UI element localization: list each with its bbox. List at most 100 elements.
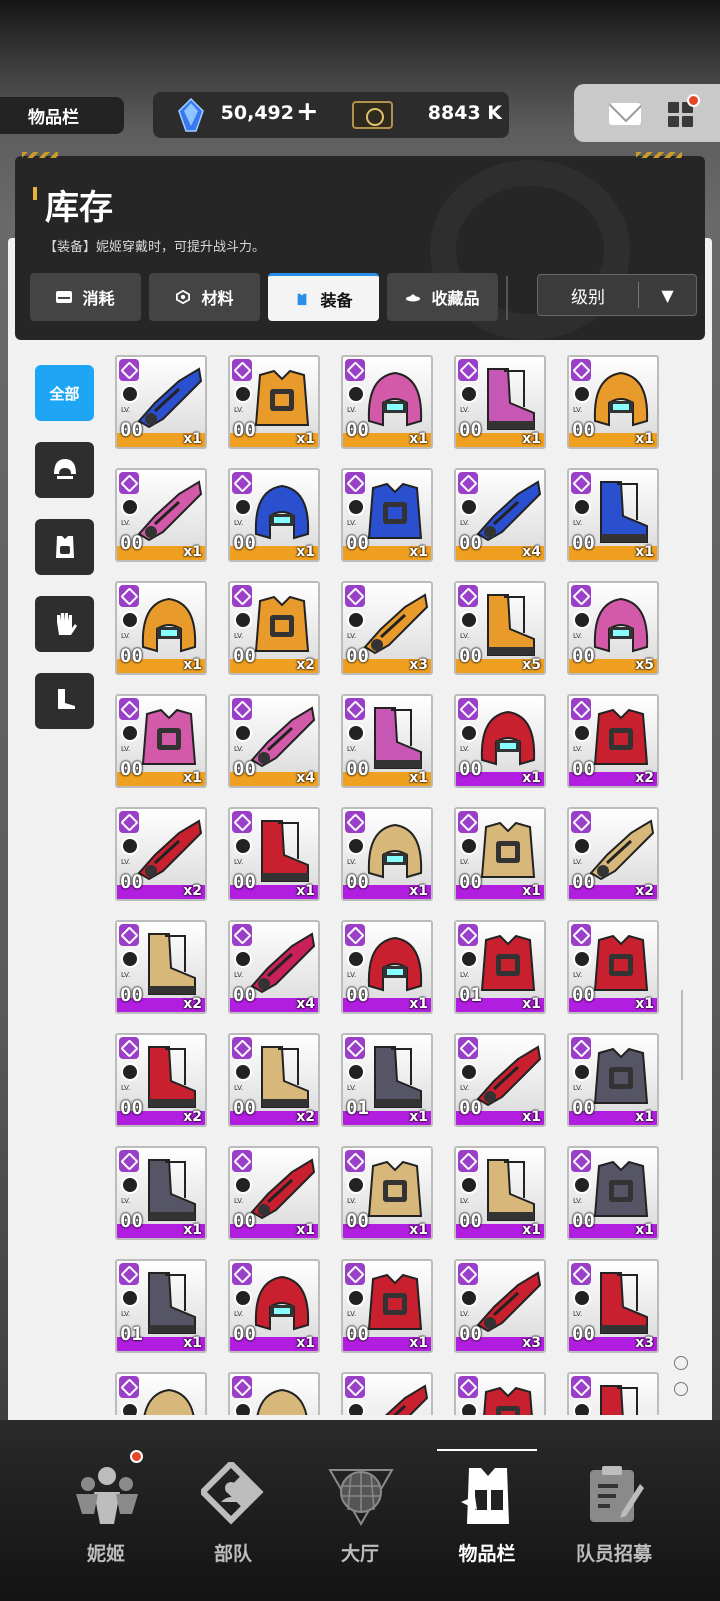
item-level: 00	[459, 1323, 482, 1345]
equipment-item[interactable]: LV. 00 x1	[454, 807, 546, 901]
equipment-item[interactable]: LV. 00 x1	[228, 1259, 320, 1353]
equipment-item[interactable]: LV. 00 x1	[341, 920, 433, 1014]
nav-recruit[interactable]: 队员招募	[554, 1420, 674, 1601]
item-level: 00	[120, 871, 143, 893]
equipment-item[interactable]: LV. 00 x1	[115, 468, 207, 562]
equipment-item[interactable]: LV. 00 x2	[115, 920, 207, 1014]
tab-consumable[interactable]: 消耗	[30, 273, 141, 321]
equipment-item[interactable]: LV. 01 x1	[454, 920, 546, 1014]
item-level: 01	[459, 984, 482, 1006]
item-count: x2	[296, 657, 315, 673]
item-count: x1	[522, 431, 541, 447]
equipment-item[interactable]: LV. 00 x2	[115, 807, 207, 901]
equipment-item[interactable]: LV. 00 x1	[341, 807, 433, 901]
equipment-item[interactable]: LV. 00 x1	[115, 355, 207, 449]
equipment-item[interactable]: LV. 00 x1	[341, 468, 433, 562]
tab-material[interactable]: 材料	[149, 273, 260, 321]
equipment-item[interactable]: LV. 00 x1	[567, 1146, 659, 1240]
tab-collection[interactable]: 收藏品	[387, 273, 498, 321]
equipment-item[interactable]: LV. 00 x1	[454, 694, 546, 788]
equipment-item[interactable]: LV. 00 x1	[228, 468, 320, 562]
equipment-item[interactable]: LV. 00 x1	[115, 581, 207, 675]
manufacturer-icon	[460, 724, 478, 742]
level-prefix: LV.	[234, 858, 244, 866]
equipment-item[interactable]: LV. 00 x1	[341, 1259, 433, 1353]
equipment-item[interactable]: LV. 00 x2	[567, 807, 659, 901]
level-prefix: LV.	[121, 1197, 131, 1205]
filter-armor[interactable]	[35, 519, 94, 575]
equipment-item[interactable]	[228, 1372, 320, 1415]
rank-badge-icon	[232, 1150, 252, 1172]
mail-icon[interactable]	[609, 103, 641, 125]
filter-all[interactable]: 全部	[35, 365, 94, 421]
nav-lobby[interactable]: 大厅	[300, 1420, 420, 1601]
nav-inventory[interactable]: 物品栏	[427, 1420, 547, 1601]
equipment-item[interactable]: LV. 00 x3	[454, 1259, 546, 1353]
equipment-item[interactable]: LV. 00 x5	[454, 581, 546, 675]
equipment-item[interactable]: LV. 00 x2	[115, 1033, 207, 1127]
rank-badge-icon	[345, 1150, 365, 1172]
filter-boots[interactable]	[35, 673, 94, 729]
equipment-item[interactable]: LV. 00 x3	[341, 581, 433, 675]
item-level: 00	[459, 871, 482, 893]
boots-icon	[487, 1159, 535, 1221]
level-prefix: LV.	[347, 971, 357, 979]
manufacturer-icon	[573, 1063, 591, 1081]
equipment-item[interactable]: LV. 00 x1	[228, 355, 320, 449]
equipment-item[interactable]: LV. 00 x1	[228, 807, 320, 901]
nav-nikke[interactable]: 妮姬	[46, 1420, 166, 1601]
item-count: x1	[183, 657, 202, 673]
scrollbar[interactable]	[681, 990, 683, 1080]
page-title-text: 物品栏	[28, 108, 79, 128]
item-count: x1	[183, 1222, 202, 1238]
equipment-item[interactable]: LV. 00 x1	[115, 694, 207, 788]
equipment-item[interactable]: LV. 00 x1	[567, 920, 659, 1014]
equipment-item[interactable]: LV. 00 x1	[567, 1033, 659, 1127]
nav-squad[interactable]: 部队	[173, 1420, 293, 1601]
boots-icon	[487, 594, 535, 656]
equipment-item[interactable]: LV. 00 x1	[341, 694, 433, 788]
manufacturer-icon	[234, 1176, 252, 1194]
level-prefix: LV.	[121, 858, 131, 866]
equipment-item[interactable]: LV. 00 x1	[115, 1146, 207, 1240]
tab-equipment[interactable]: 装备	[268, 273, 379, 321]
equipment-item[interactable]	[567, 1372, 659, 1415]
item-level: 00	[572, 419, 595, 441]
equipment-item[interactable]: LV. 00 x1	[341, 1146, 433, 1240]
item-level: 00	[346, 758, 369, 780]
equipment-item[interactable]: LV. 00 x1	[567, 355, 659, 449]
equipment-item[interactable]: LV. 00 x2	[567, 694, 659, 788]
filter-helmet[interactable]	[35, 442, 94, 498]
level-prefix: LV.	[460, 1310, 470, 1318]
equipment-item[interactable]	[454, 1372, 546, 1415]
manufacturer-icon	[234, 950, 252, 968]
equipment-item[interactable]: LV. 00 x2	[228, 1033, 320, 1127]
sort-dropdown[interactable]: 级别 ▼	[537, 274, 697, 316]
item-count: x3	[409, 657, 428, 673]
inventory-description: 【装备】妮姬穿戴时，可提升战斗力。	[44, 240, 266, 255]
manufacturer-icon	[121, 1402, 139, 1415]
equipment-item[interactable]: LV. 00 x1	[454, 1146, 546, 1240]
equipment-item[interactable]: LV. 00 x4	[454, 468, 546, 562]
equipment-item[interactable]: LV. 00 x1	[228, 1146, 320, 1240]
level-prefix: LV.	[460, 971, 470, 979]
equipment-item[interactable]: LV. 01 x1	[341, 1033, 433, 1127]
equipment-item[interactable]: LV. 00 x2	[228, 581, 320, 675]
equipment-item[interactable]: LV. 00 x4	[228, 920, 320, 1014]
equipment-item[interactable]	[341, 1372, 433, 1415]
equipment-item[interactable]: LV. 00 x3	[567, 1259, 659, 1353]
equipment-item[interactable]: LV. 00 x5	[567, 581, 659, 675]
equipment-item[interactable]: LV. 00 x1	[454, 1033, 546, 1127]
equipment-item[interactable]: LV. 00 x1	[567, 468, 659, 562]
filter-gloves[interactable]	[35, 596, 94, 652]
equipment-item[interactable]: LV. 00 x4	[228, 694, 320, 788]
add-gems-button[interactable]: +	[296, 97, 319, 127]
arm-icon	[250, 1158, 316, 1220]
squad-icon	[201, 1462, 264, 1525]
equipment-item[interactable]: LV. 00 x1	[341, 355, 433, 449]
equipment-item[interactable]	[115, 1372, 207, 1415]
equipment-item[interactable]: LV. 00 x1	[454, 355, 546, 449]
arm-icon	[137, 367, 203, 429]
manufacturer-icon	[347, 950, 365, 968]
equipment-item[interactable]: LV. 01 x1	[115, 1259, 207, 1353]
